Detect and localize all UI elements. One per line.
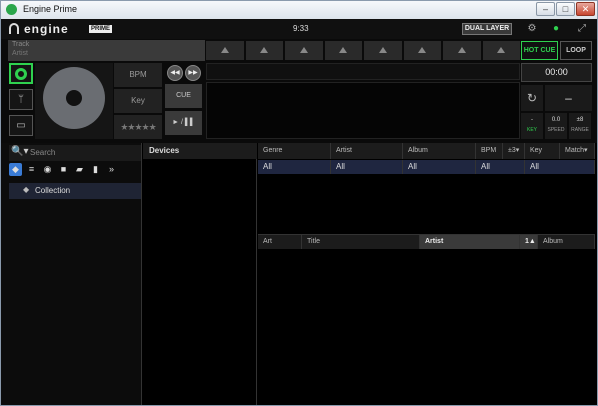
- hot-cue-button[interactable]: HOT CUE: [521, 41, 558, 60]
- artist-filter-header[interactable]: Artist: [331, 143, 403, 159]
- engine-logo-icon: [9, 23, 19, 34]
- deck-panel: Track Artist HOT CUE LOOP ᛘ ▭ BPM Key ★★…: [1, 39, 597, 143]
- folder-icon[interactable]: ▰: [73, 163, 86, 176]
- playlist-icon[interactable]: ≡: [25, 163, 38, 176]
- key-value: -: [531, 117, 533, 123]
- overview-waveform[interactable]: [206, 63, 520, 80]
- title-header[interactable]: Title: [302, 235, 420, 249]
- sort-indicator[interactable]: 1▲: [520, 235, 538, 249]
- key-filter-header[interactable]: Key: [525, 143, 560, 159]
- hot-cue-pad-1[interactable]: [206, 41, 244, 60]
- platter-icon: [43, 67, 105, 129]
- app-window: Engine Prime – □ ✕ engine PRIME 9:33 DUA…: [0, 0, 598, 406]
- hot-cue-pad-2[interactable]: [245, 41, 283, 60]
- speed-label: SPEED: [547, 127, 565, 133]
- logo-badge: PRIME: [89, 25, 113, 33]
- hot-cue-pad-3[interactable]: [285, 41, 323, 60]
- hot-cue-pad-7[interactable]: [443, 41, 481, 60]
- usb-icon[interactable]: ▮: [89, 163, 102, 176]
- app-icon: [6, 4, 17, 15]
- album-header[interactable]: Album: [538, 235, 595, 249]
- title-bar: Engine Prime – □ ✕: [1, 1, 597, 19]
- search-icon[interactable]: 🔍▾: [11, 146, 28, 157]
- genre-header[interactable]: Genre: [258, 143, 331, 159]
- hot-cue-pad-8[interactable]: [482, 41, 520, 60]
- search-placeholder: Search: [30, 148, 56, 157]
- track-list: Art Title Artist 1▲ Album: [258, 234, 595, 405]
- close-button[interactable]: ✕: [576, 2, 595, 16]
- record-icon: [15, 68, 27, 80]
- hot-cue-pad-5[interactable]: [364, 41, 402, 60]
- key-lock-button[interactable]: - KEY: [521, 113, 543, 139]
- collection-item-icon: ◆: [23, 185, 30, 194]
- gear-icon[interactable]: ⚙: [526, 23, 538, 35]
- clock: 9:33: [293, 24, 309, 33]
- art-header[interactable]: Art: [258, 235, 302, 249]
- filter-panel: Genre Artist Album BPM ±3▾ Key Match▾ Al…: [258, 143, 595, 233]
- cue-button[interactable]: CUE: [165, 84, 202, 108]
- loop-button[interactable]: LOOP: [560, 41, 592, 60]
- app-header: engine PRIME 9:33 DUAL LAYER ⚙ ● ⤢: [1, 19, 597, 39]
- album-filter-header[interactable]: Album: [403, 143, 476, 159]
- album-all[interactable]: All: [403, 160, 476, 174]
- dual-layer-button[interactable]: DUAL LAYER: [462, 23, 512, 35]
- maximize-button[interactable]: □: [556, 2, 575, 16]
- bpm-all[interactable]: All: [476, 160, 525, 174]
- info-icon[interactable]: ●: [550, 23, 562, 35]
- devices-header: Devices: [143, 143, 257, 159]
- search-field[interactable]: 🔍▾ Search: [9, 145, 141, 161]
- track-title: Track: [12, 41, 30, 48]
- artist-all[interactable]: All: [331, 160, 403, 174]
- main-waveform[interactable]: [206, 82, 520, 139]
- collection-icon[interactable]: ◆: [9, 163, 22, 176]
- skip-forward-icon[interactable]: ▶▶: [185, 65, 201, 81]
- key-all[interactable]: All: [525, 160, 595, 174]
- tone-arm-icon: ᛘ: [18, 94, 24, 105]
- genre-all[interactable]: All: [258, 160, 331, 174]
- crate-icon[interactable]: ■: [57, 163, 70, 176]
- loop-icon: ▭: [16, 120, 26, 131]
- window-title: Engine Prime: [23, 4, 78, 14]
- minimize-button[interactable]: –: [536, 2, 555, 16]
- devices-panel: Devices: [143, 143, 257, 405]
- hot-cue-strip: [206, 41, 520, 60]
- bpm-filter-header[interactable]: BPM: [476, 143, 503, 159]
- match-dropdown[interactable]: Match▾: [560, 143, 595, 159]
- disc-icon[interactable]: ◉: [41, 163, 54, 176]
- pitch-display: –: [545, 85, 592, 111]
- track-artist: Artist: [12, 50, 28, 57]
- track-info: Track Artist: [8, 40, 205, 61]
- skip-back-icon[interactable]: ◀◀: [167, 65, 183, 81]
- sync-icon[interactable]: ↻: [521, 85, 543, 111]
- bpm-display: BPM: [114, 63, 162, 87]
- time-display: 00:00: [521, 63, 592, 82]
- tone-arm-button[interactable]: ᛘ: [9, 89, 33, 110]
- key-lock-label: KEY: [526, 127, 537, 133]
- speed-button[interactable]: 0.0 SPEED: [545, 113, 567, 139]
- more-icon[interactable]: »: [105, 163, 118, 176]
- rating-stars[interactable]: ★★★★★: [114, 115, 162, 139]
- loop-view-button[interactable]: ▭: [9, 115, 33, 136]
- sidebar-item-label: Collection: [35, 186, 71, 195]
- play-pause-button[interactable]: ► / ▌▌: [165, 111, 202, 135]
- sidebar-item-collection[interactable]: ◆ Collection: [9, 183, 141, 199]
- speed-value: 0.0: [551, 117, 561, 123]
- source-toolbar: ◆ ≡ ◉ ■ ▰ ▮ »: [9, 163, 141, 179]
- range-label: RANGE: [571, 127, 589, 133]
- platter-area[interactable]: [35, 63, 113, 139]
- range-button[interactable]: ±8 RANGE: [569, 113, 591, 139]
- logo-text: engine: [24, 22, 69, 36]
- library-sidebar: 🔍▾ Search ◆ ≡ ◉ ■ ▰ ▮ » ◆ Collection: [1, 143, 142, 405]
- range-value: ±8: [576, 117, 584, 123]
- key-display: Key: [114, 89, 162, 113]
- bpm-range-dropdown[interactable]: ±3▾: [503, 143, 525, 159]
- hot-cue-pad-6[interactable]: [403, 41, 441, 60]
- hot-cue-pad-4[interactable]: [324, 41, 362, 60]
- artist-header[interactable]: Artist: [420, 235, 520, 249]
- platter-view-button[interactable]: [9, 63, 33, 84]
- fullscreen-icon[interactable]: ⤢: [576, 23, 588, 35]
